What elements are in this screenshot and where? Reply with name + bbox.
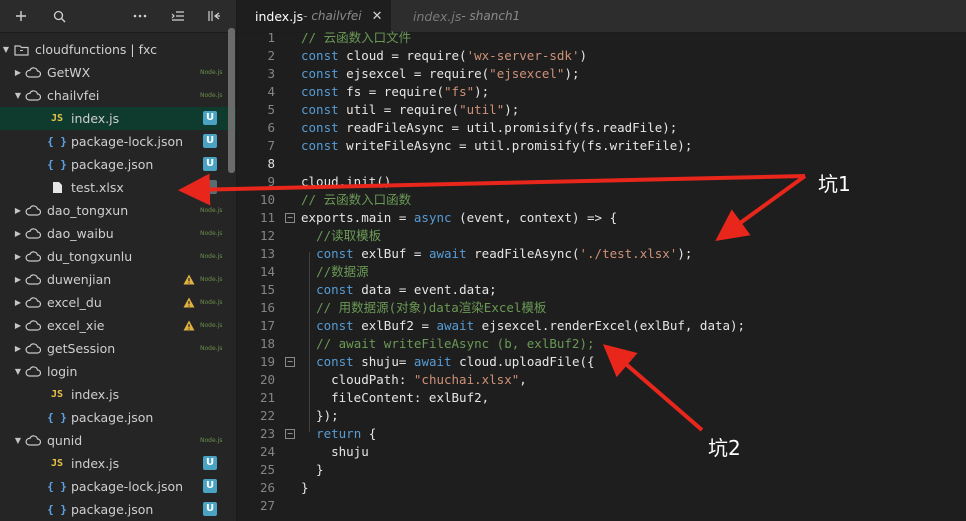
annotation-label-1: 坑1	[818, 172, 851, 196]
arrow-to-writefile	[602, 344, 704, 432]
annotation-arrows	[178, 173, 807, 432]
arrow-to-test-xlsx	[178, 173, 806, 206]
annotation-label-2: 坑2	[708, 436, 741, 460]
arrow-to-readfile	[715, 174, 807, 242]
